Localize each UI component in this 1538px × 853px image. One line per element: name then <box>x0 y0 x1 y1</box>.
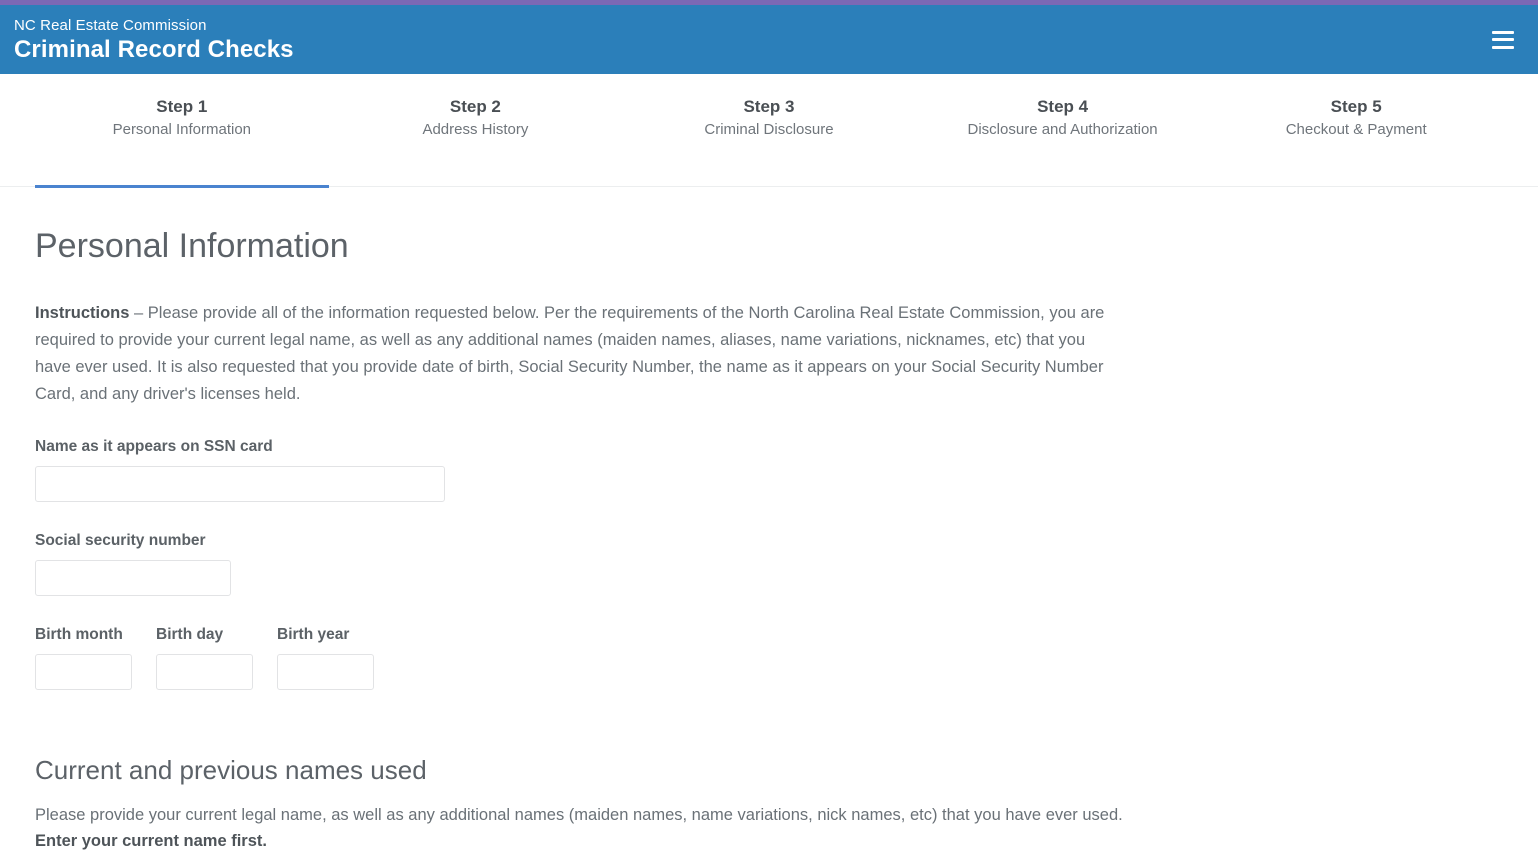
birth-year-label: Birth year <box>277 626 350 643</box>
brand-title: Criminal Record Checks <box>14 35 294 63</box>
step-tab-1-title: Step 1 <box>156 97 208 116</box>
birth-day-input[interactable] <box>156 654 253 690</box>
names-section-paragraph: Please provide your current legal name, … <box>35 802 1125 853</box>
step-tab-5-title: Step 5 <box>1330 97 1382 116</box>
ssn-label: Social security number <box>35 532 206 549</box>
step-tab-3-subtitle: Criminal Disclosure <box>704 121 834 138</box>
step-navigation: Step 1 Personal Information Step 2 Addre… <box>0 74 1538 188</box>
ssn-name-field-block: Name as it appears on SSN card <box>35 437 1503 502</box>
names-section-title: Current and previous names used <box>35 755 427 785</box>
birth-month-label: Birth month <box>35 626 123 643</box>
instructions-body: – Please provide all of the information … <box>35 304 1105 403</box>
birth-day-field-block: Birth day <box>156 625 253 690</box>
app-header: NC Real Estate Commission Criminal Recor… <box>0 5 1538 74</box>
hamburger-menu-icon[interactable] <box>1492 30 1514 49</box>
step-tab-2-title: Step 2 <box>449 97 501 116</box>
step-tab-2[interactable]: Step 2 Address History <box>329 74 623 188</box>
birth-day-label: Birth day <box>156 626 224 643</box>
ssn-input[interactable] <box>35 560 231 596</box>
step-tab-4-subtitle: Disclosure and Authorization <box>967 121 1158 138</box>
birth-month-field-block: Birth month <box>35 625 132 690</box>
step-tab-5[interactable]: Step 5 Checkout & Payment <box>1209 74 1503 188</box>
birth-date-row: Birth month Birth day Birth year <box>35 625 1503 690</box>
step-tab-2-subtitle: Address History <box>422 121 529 138</box>
step-tab-4[interactable]: Step 4 Disclosure and Authorization <box>916 74 1210 188</box>
names-section-body: Please provide your current legal name, … <box>35 806 1123 824</box>
step-tab-3-title: Step 3 <box>743 97 795 116</box>
birth-month-input[interactable] <box>35 654 132 690</box>
instructions-lead: Instructions <box>35 304 130 322</box>
ssn-name-label: Name as it appears on SSN card <box>35 438 273 455</box>
birth-year-input[interactable] <box>277 654 374 690</box>
birth-year-field-block: Birth year <box>277 625 374 690</box>
step-tab-1-subtitle: Personal Information <box>112 121 251 138</box>
names-section-emphasis: Enter your current name first. <box>35 832 267 850</box>
hamburger-bar-1 <box>1492 30 1514 34</box>
brand-organization: NC Real Estate Commission <box>14 16 207 34</box>
step-tab-1[interactable]: Step 1 Personal Information <box>35 74 329 188</box>
page-title: Personal Information <box>35 227 349 265</box>
brand: NC Real Estate Commission Criminal Recor… <box>14 16 294 64</box>
step-tab-5-subtitle: Checkout & Payment <box>1285 121 1427 138</box>
ssn-field-block: Social security number <box>35 531 1503 596</box>
ssn-name-input[interactable] <box>35 466 445 502</box>
hamburger-bar-2 <box>1492 38 1514 41</box>
hamburger-bar-3 <box>1492 45 1514 49</box>
step-tab-4-title: Step 4 <box>1037 97 1089 116</box>
instructions-paragraph: Instructions – Please provide all of the… <box>35 300 1125 408</box>
step-tab-3[interactable]: Step 3 Criminal Disclosure <box>622 74 916 188</box>
main-content: Personal Information Instructions – Plea… <box>0 225 1538 853</box>
